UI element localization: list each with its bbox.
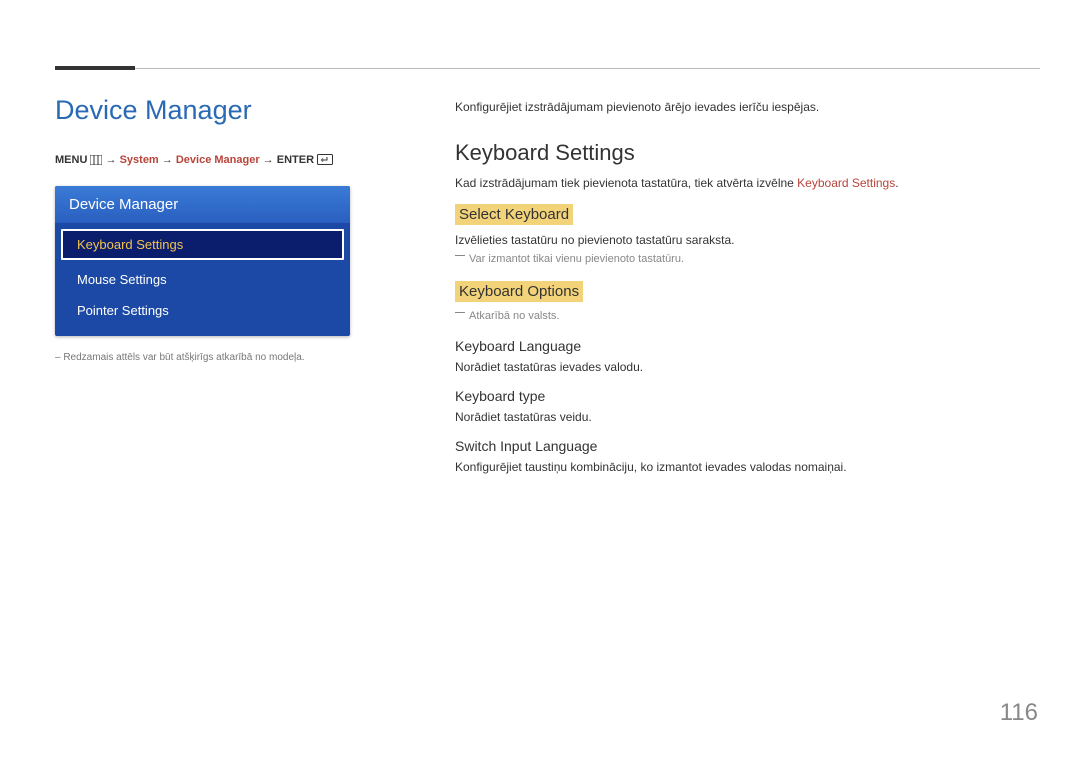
desc-pre: Kad izstrādājumam tiek pievienota tastat… — [455, 176, 797, 190]
breadcrumb-enter: ENTER — [277, 154, 314, 166]
keyboard-language-desc: Norādiet tastatūras ievades valodu. — [455, 360, 1015, 374]
desc-post: . — [895, 176, 898, 190]
heading-keyboard-settings: Keyboard Settings — [455, 140, 1015, 166]
block-keyboard-options: Keyboard Options Atkarībā no valsts. Key… — [455, 281, 1015, 474]
left-column: Device Manager MENU → System → Device Ma… — [55, 95, 350, 363]
top-rule — [55, 68, 1040, 69]
heading-select-keyboard: Select Keyboard — [455, 204, 573, 225]
block-select-keyboard: Select Keyboard Izvēlieties tastatūru no… — [455, 204, 1015, 265]
heading-keyboard-options: Keyboard Options — [455, 281, 583, 302]
select-keyboard-desc: Izvēlieties tastatūru no pievienoto tast… — [455, 233, 1015, 247]
menu-panel-body: Keyboard Settings Mouse Settings Pointer… — [55, 223, 350, 336]
select-keyboard-note: Var izmantot tikai vienu pievienoto tast… — [469, 253, 1015, 265]
note-dash-icon — [455, 255, 465, 256]
breadcrumb-device-manager: Device Manager — [176, 154, 260, 166]
desc-red: Keyboard Settings — [797, 176, 895, 190]
menu-item-keyboard-settings[interactable]: Keyboard Settings — [61, 229, 344, 260]
keyboard-settings-desc: Kad izstrādājumam tiek pievienota tastat… — [455, 176, 1015, 190]
heading-keyboard-type: Keyboard type — [455, 388, 1015, 404]
breadcrumb: MENU → System → Device Manager → ENTER — [55, 154, 350, 168]
breadcrumb-arrow: → — [162, 154, 173, 166]
menu-item-pointer-settings[interactable]: Pointer Settings — [55, 295, 350, 326]
keyboard-options-note: Atkarībā no valsts. — [469, 310, 1015, 322]
page-number: 116 — [1000, 699, 1038, 727]
enter-icon — [317, 154, 333, 168]
top-rule-accent — [55, 66, 135, 70]
switch-input-language-desc: Konfigurējiet taustiņu kombināciju, ko i… — [455, 460, 1015, 474]
menu-panel: Device Manager Keyboard Settings Mouse S… — [55, 186, 350, 336]
breadcrumb-system: System — [120, 154, 159, 166]
menu-panel-header: Device Manager — [55, 186, 350, 223]
note-text: Atkarībā no valsts. — [469, 310, 560, 322]
keyboard-type-desc: Norādiet tastatūras veidu. — [455, 410, 1015, 424]
note-dash-icon — [455, 312, 465, 313]
left-footnote: – Redzamais attēls var būt atšķirīgs atk… — [55, 352, 350, 363]
menu-grid-icon — [90, 155, 102, 168]
page-title: Device Manager — [55, 95, 350, 126]
breadcrumb-menu: MENU — [55, 154, 87, 166]
note-text: Var izmantot tikai vienu pievienoto tast… — [469, 253, 684, 265]
intro-text: Konfigurējiet izstrādājumam pievienoto ā… — [455, 100, 1015, 114]
breadcrumb-arrow: → — [106, 154, 117, 166]
menu-item-mouse-settings[interactable]: Mouse Settings — [55, 264, 350, 295]
right-column: Konfigurējiet izstrādājumam pievienoto ā… — [455, 100, 1015, 488]
breadcrumb-arrow: → — [263, 154, 274, 166]
heading-switch-input-language: Switch Input Language — [455, 438, 1015, 454]
heading-keyboard-language: Keyboard Language — [455, 338, 1015, 354]
